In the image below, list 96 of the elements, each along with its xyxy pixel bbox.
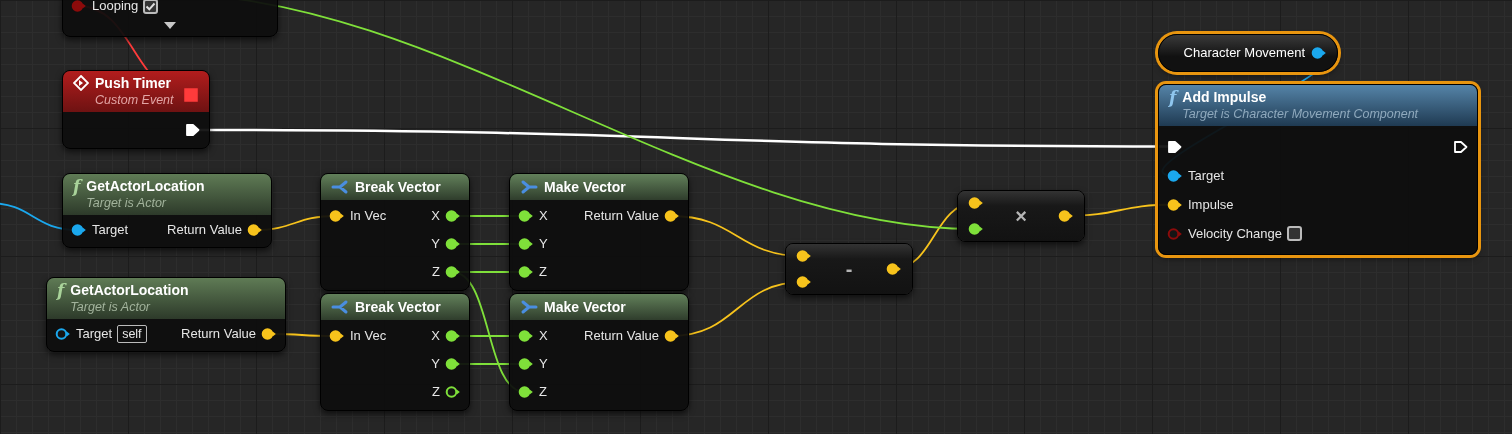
break-struct-icon [331, 179, 349, 195]
pin[interactable] [445, 265, 461, 279]
node-title: Character Movement [1183, 44, 1305, 62]
pin[interactable] [968, 196, 984, 210]
pin[interactable] [261, 327, 277, 341]
pin-label: Y [539, 235, 548, 254]
pin-label: Return Value [584, 207, 659, 226]
event-icon [73, 75, 89, 91]
pin-label: Z [432, 263, 440, 282]
delegate-pin[interactable] [183, 88, 199, 102]
pin[interactable] [445, 209, 461, 223]
blueprint-node[interactable]: Push Timer Custom Event [62, 70, 210, 149]
pin[interactable] [247, 223, 263, 237]
pin[interactable] [1311, 46, 1327, 60]
blueprint-node[interactable]: Make Vector X Return Value Y Z [509, 173, 689, 291]
pin[interactable] [1167, 197, 1183, 212]
pin[interactable] [796, 249, 812, 263]
pin-label: Target [92, 221, 129, 240]
blueprint-node[interactable]: Looping [62, 0, 278, 37]
break-struct-icon [331, 299, 349, 315]
operator-symbol: × [1015, 204, 1027, 229]
node-title: Break Vector [355, 178, 441, 196]
pin[interactable] [1167, 168, 1183, 183]
make-struct-icon [520, 179, 538, 195]
function-icon: f [1169, 88, 1177, 106]
pin[interactable] [664, 209, 680, 223]
pin[interactable] [518, 209, 534, 223]
pin[interactable] [518, 237, 534, 251]
pin-label: Z [539, 383, 547, 402]
pin[interactable] [518, 329, 534, 343]
pin-label: Looping [92, 0, 139, 16]
blueprint-node[interactable]: f Add Impulse Target is Character Movement Component Target Impulse Velocity Change [1158, 84, 1478, 255]
node-title: GetActorLocation [70, 281, 189, 299]
blueprint-node[interactable]: f GetActorLocation Target is Actor Target Return Value [62, 173, 272, 248]
pin[interactable] [1058, 209, 1074, 223]
pin-label: Return Value [181, 325, 256, 344]
function-icon: f [57, 281, 65, 299]
function-icon: f [73, 177, 81, 195]
blueprint-node[interactable]: - [785, 243, 913, 295]
blueprint-node[interactable]: Break Vector In Vec X Y Z [320, 293, 470, 411]
node-title: Make Vector [544, 178, 626, 196]
pin[interactable] [968, 222, 984, 236]
pin[interactable] [518, 357, 534, 371]
checkbox[interactable] [1286, 226, 1302, 241]
pin[interactable] [518, 265, 534, 279]
pin-label: In Vec [350, 207, 387, 226]
blueprint-node[interactable]: Make Vector X Return Value Y Z [509, 293, 689, 411]
pin[interactable] [886, 262, 902, 276]
pin[interactable] [329, 209, 345, 223]
pin[interactable] [796, 275, 812, 289]
pin-label: X [431, 327, 440, 346]
node-subtitle: Custom Event [95, 92, 174, 108]
pin-label: Return Value [167, 221, 242, 240]
exec-pin[interactable] [1167, 139, 1183, 154]
node-title: Add Impulse [1182, 88, 1268, 106]
pin[interactable] [664, 329, 680, 343]
pin-label: Z [432, 383, 440, 402]
checkbox[interactable] [143, 0, 159, 14]
pin-label: Target [1188, 166, 1225, 185]
pin-label: X [539, 327, 548, 346]
pin-label: Z [539, 263, 547, 282]
make-struct-icon [520, 299, 538, 315]
blueprint-node[interactable]: Break Vector In Vec X Y Z [320, 173, 470, 291]
pin[interactable] [445, 237, 461, 251]
node-subtitle: Target is Actor [70, 299, 152, 315]
default-value-field[interactable]: self [117, 325, 147, 343]
pin-label: Impulse [1188, 195, 1234, 214]
pin[interactable] [445, 329, 461, 343]
node-title: GetActorLocation [86, 177, 205, 195]
operator-symbol: - [845, 257, 853, 282]
pin-label: X [431, 207, 440, 226]
pin[interactable] [445, 385, 461, 399]
node-subtitle: Target is Actor [86, 195, 168, 211]
node-title: Push Timer [95, 74, 172, 92]
pin-label: Return Value [584, 327, 659, 346]
expand-arrow-icon[interactable] [163, 21, 177, 30]
pin[interactable] [445, 357, 461, 371]
node-subtitle: Target is Character Movement Component [1182, 106, 1419, 122]
pin-label: In Vec [350, 327, 387, 346]
blueprint-node[interactable]: Character Movement [1158, 34, 1338, 72]
pin-label: Y [431, 355, 440, 374]
pin-label: Y [539, 355, 548, 374]
exec-pin[interactable] [185, 123, 201, 137]
pin[interactable] [71, 223, 87, 237]
node-title: Break Vector [355, 298, 441, 316]
blueprint-node[interactable]: f GetActorLocation Target is Actor Target self Return Value [46, 277, 286, 352]
pin-label: Y [431, 235, 440, 254]
pin[interactable] [329, 329, 345, 343]
exec-pin[interactable] [1453, 139, 1469, 154]
pin-label: X [539, 207, 548, 226]
pin[interactable] [518, 385, 534, 399]
pin-label: Target [76, 325, 113, 344]
pin-label: Velocity Change [1188, 224, 1282, 243]
node-title: Make Vector [544, 298, 626, 316]
blueprint-node[interactable]: × [957, 190, 1085, 242]
pin[interactable] [55, 327, 71, 341]
